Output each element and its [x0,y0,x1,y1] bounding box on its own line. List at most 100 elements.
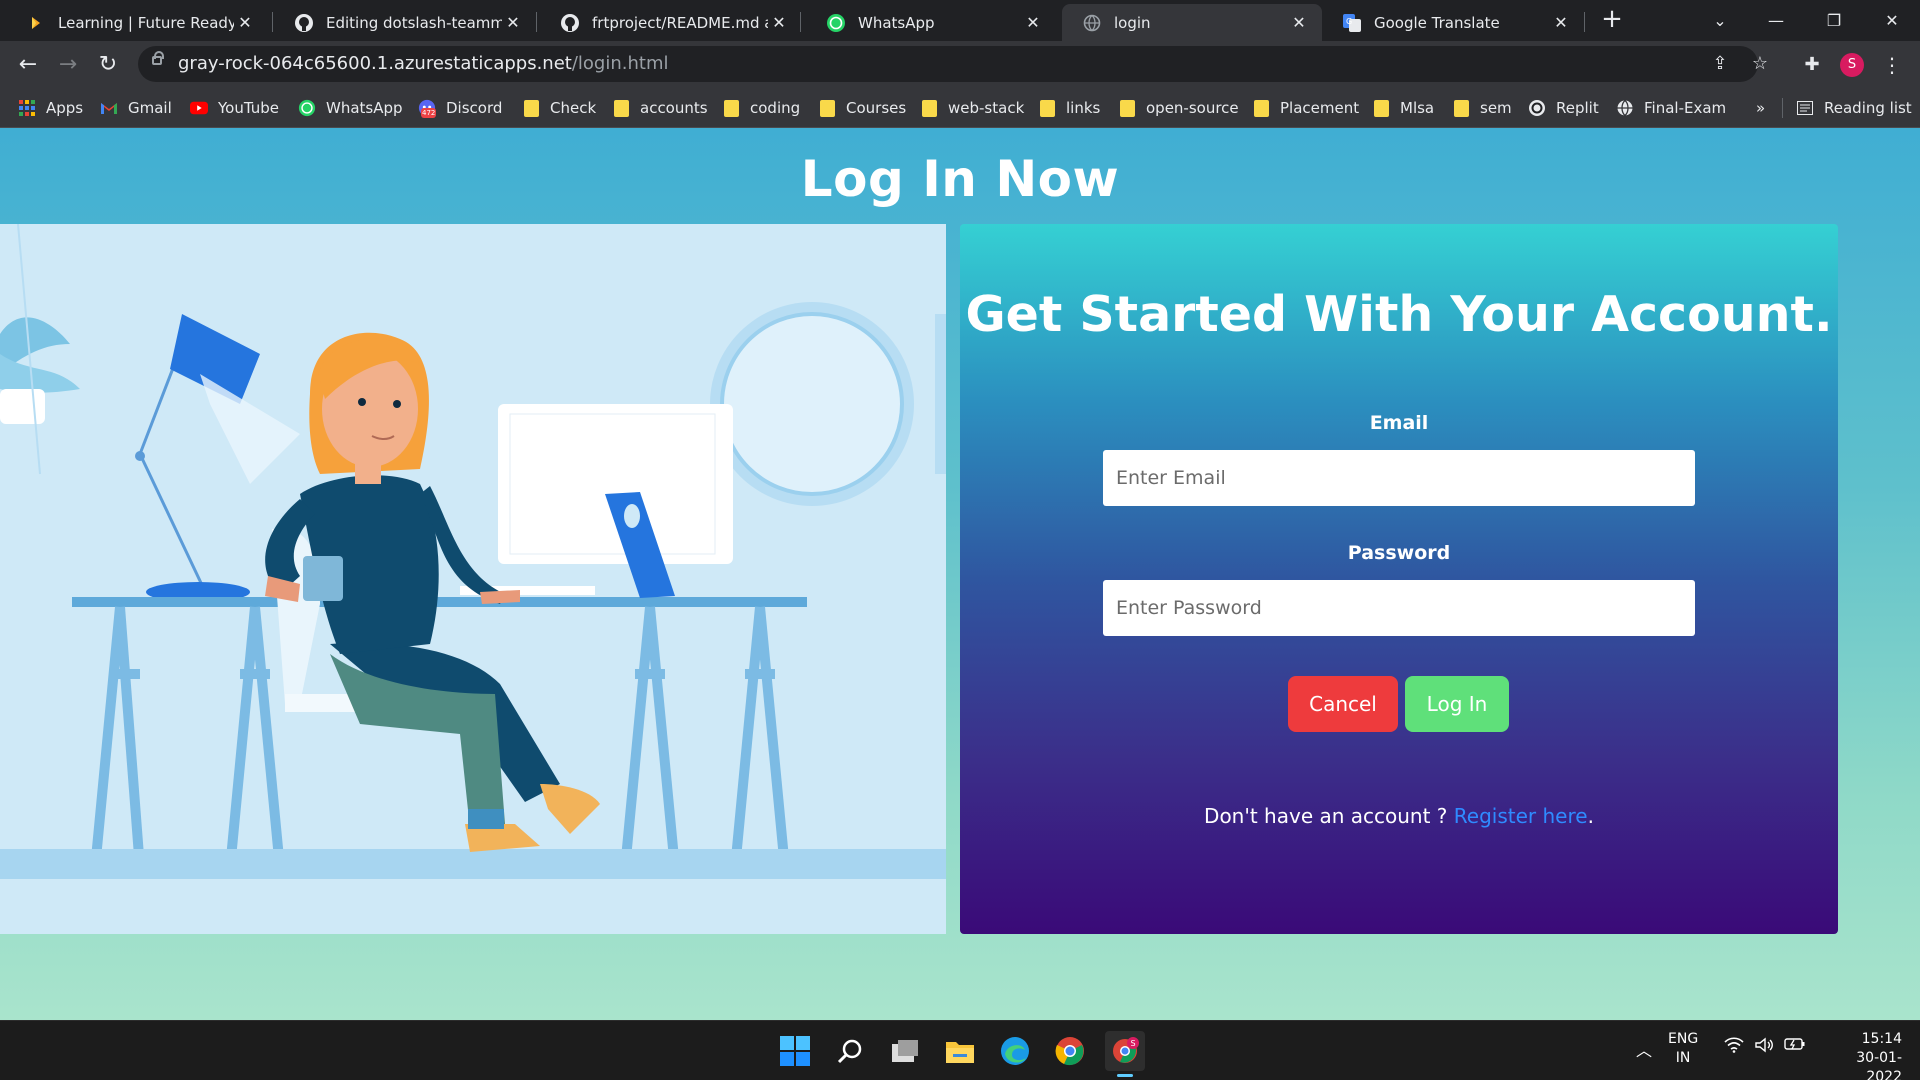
bookmark-folder-coding[interactable]: coding [722,96,800,120]
bookmark-discord[interactable]: 472 Discord [418,96,502,120]
task-view-icon[interactable] [885,1031,925,1071]
search-icon[interactable] [830,1031,870,1071]
folder-icon [522,99,540,117]
tab-login[interactable]: login ✕ [1062,4,1322,41]
bookmark-replit[interactable]: Replit [1528,96,1599,120]
bookmark-label: Mlsa [1400,99,1435,117]
folder-icon [1038,99,1056,117]
tab-title: Google Translate [1374,13,1500,32]
close-tab-icon[interactable]: ✕ [1022,13,1044,32]
address-bar[interactable]: gray-rock-064c65600.1.azurestaticapps.ne… [138,46,1768,82]
chrome-profile-icon[interactable]: S [1105,1031,1145,1077]
tab-frtproject-readme[interactable]: frtproject/README.md at m ✕ [540,4,802,41]
close-tab-icon[interactable]: ✕ [1550,13,1572,32]
reading-list-icon [1796,99,1814,117]
forward-arrow-icon[interactable]: → [54,51,82,79]
bookmark-folder-open-source[interactable]: open-source [1118,96,1239,120]
reading-list-label: Reading list [1824,99,1912,117]
share-icon[interactable]: ⇪ [1708,52,1732,76]
reading-list-button[interactable]: Reading list [1796,96,1912,120]
tab-separator [536,12,537,32]
bookmark-label: Final-Exam [1644,99,1727,117]
url-text[interactable]: gray-rock-064c65600.1.azurestaticapps.ne… [178,53,668,74]
bookmark-gmail[interactable]: Gmail [100,96,172,120]
register-prompt: Don't have an account ? Register here. [960,804,1838,828]
bookmark-folder-courses[interactable]: Courses [818,96,906,120]
restore-button[interactable]: ❐ [1806,0,1862,41]
file-explorer-icon[interactable] [940,1031,980,1071]
bookmark-final-exam[interactable]: Final-Exam [1616,96,1726,120]
close-window-button[interactable]: ✕ [1864,0,1920,41]
tab-learning[interactable]: Learning | Future Ready Tal ✕ [6,4,268,41]
tab-title: WhatsApp [858,13,935,32]
bookmark-folder-check[interactable]: Check [522,96,596,120]
login-page: Log In Now Get Started With Your Account… [0,128,1920,1020]
whatsapp-icon [826,13,846,33]
bookmark-folder-web-stack[interactable]: web-stack [920,96,1024,120]
wifi-icon[interactable] [1724,1037,1744,1057]
tab-editing-dotslash[interactable]: Editing dotslash-teammate ✕ [274,4,536,41]
active-app-indicator [1117,1074,1133,1077]
bookmark-folder-placement[interactable]: Placement [1252,96,1359,120]
windows-start-icon[interactable] [775,1031,815,1071]
bookmark-star-icon[interactable]: ☆ [1748,52,1772,76]
extensions-puzzle-icon[interactable]: ✚ [1800,53,1824,77]
email-input[interactable] [1103,450,1695,506]
login-card: Get Started With Your Account. Email Pas… [960,224,1838,934]
windows-taskbar: S ︿ ENG IN 15:14 30-01-2022 [0,1020,1920,1080]
folder-icon [920,99,938,117]
chrome-icon[interactable] [1050,1031,1090,1071]
bookmark-folder-links[interactable]: links [1038,96,1100,120]
bookmark-folder-sem[interactable]: sem [1452,96,1512,120]
bookmark-label: Discord [446,99,503,117]
tab-google-translate[interactable]: G Google Translate ✕ [1322,4,1584,41]
close-tab-icon[interactable]: ✕ [768,13,790,32]
lock-icon[interactable] [152,51,164,65]
folder-icon [722,99,740,117]
clock[interactable]: 15:14 30-01-2022 [1822,1030,1902,1080]
volume-icon[interactable] [1754,1037,1774,1057]
bookmark-label: accounts [640,99,708,117]
tab-whatsapp[interactable]: WhatsApp ✕ [806,4,1056,41]
more-menu-icon[interactable]: ⋮ [1880,51,1904,79]
close-tab-icon[interactable]: ✕ [234,13,256,32]
close-tab-icon[interactable]: ✕ [502,13,524,32]
lang-top: ENG [1668,1031,1699,1047]
bookmarks-divider [1782,98,1783,118]
password-input[interactable] [1103,580,1695,636]
tab-strip: Learning | Future Ready Tal ✕ Editing do… [0,0,1920,41]
bookmark-label: Replit [1556,99,1599,117]
reload-icon[interactable]: ↻ [94,51,122,79]
register-link[interactable]: Register here [1454,804,1588,828]
battery-icon[interactable] [1784,1037,1806,1055]
edge-icon[interactable] [995,1031,1035,1071]
gmail-icon [100,99,118,117]
tab-title: Learning | Future Ready Tal [58,13,234,32]
bookmark-folder-accounts[interactable]: accounts [612,96,708,120]
bookmark-label: YouTube [218,99,279,117]
bookmarks-overflow-button[interactable]: » [1756,96,1765,120]
login-button[interactable]: Log In [1405,676,1509,732]
tab-search-chevron-icon[interactable]: ⌄ [1692,0,1748,41]
new-tab-button[interactable]: + [1598,6,1626,34]
bookmark-label: Gmail [128,99,172,117]
password-label: Password [1347,542,1451,564]
bookmark-label: Apps [46,99,84,117]
bookmark-folder-mlsa[interactable]: Mlsa [1372,96,1434,120]
minimize-button[interactable]: — [1748,0,1804,41]
cancel-button[interactable]: Cancel [1288,676,1398,732]
bookmark-whatsapp[interactable]: WhatsApp [298,96,403,120]
clock-date: 30-01-2022 [1856,1050,1902,1080]
bookmarks-bar: Apps Gmail YouTube WhatsApp 472 Discord … [0,88,1920,128]
learning-icon [26,13,46,33]
page-title: Log In Now [800,150,1120,208]
language-indicator[interactable]: ENG IN [1668,1030,1698,1068]
profile-avatar[interactable]: S [1840,53,1864,77]
url-path: /login.html [571,53,669,74]
bookmark-youtube[interactable]: YouTube [190,96,279,120]
github-icon [560,13,580,33]
close-tab-icon[interactable]: ✕ [1288,13,1310,32]
bookmark-apps[interactable]: Apps [18,96,83,120]
tray-chevron-icon[interactable]: ︿ [1636,1037,1652,1061]
back-arrow-icon[interactable]: ← [14,51,42,79]
